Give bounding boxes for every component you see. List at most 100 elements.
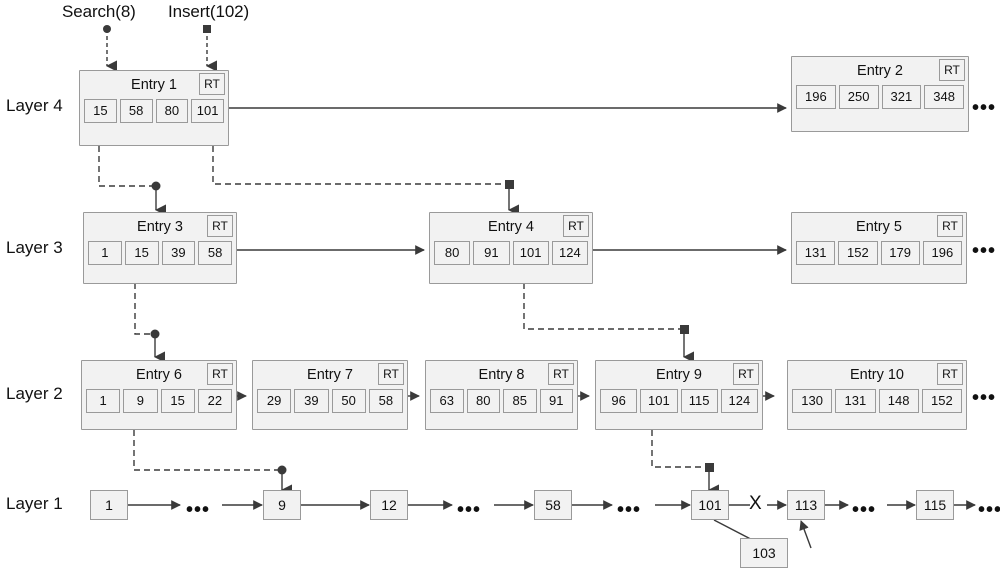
entry-node-entry5[interactable]: Entry 5 RT 131 152 179 196 <box>791 212 967 284</box>
entry-header: Entry 7 RT <box>253 361 407 389</box>
entry-header: Entry 9 RT <box>596 361 762 389</box>
rt-badge[interactable]: RT <box>937 363 963 385</box>
layer-label-layer2: Layer 2 <box>6 384 63 403</box>
entry-cell[interactable]: 348 <box>924 85 964 109</box>
entry-cell[interactable]: 115 <box>680 389 718 413</box>
entry-cell[interactable]: 148 <box>878 389 919 413</box>
rt-badge[interactable]: RT <box>207 215 233 237</box>
layer1-key-node-103-inserted[interactable]: 103 <box>740 538 788 568</box>
layer1-key-node-113[interactable]: 113 <box>787 490 825 520</box>
entry-cell[interactable]: 85 <box>503 389 537 413</box>
l2-to-l1-search-connector <box>133 430 280 471</box>
entry-cell[interactable]: 131 <box>835 389 876 413</box>
rt-badge[interactable]: RT <box>563 215 589 237</box>
entry-node-entry6[interactable]: Entry 6 RT 1 9 15 22 <box>81 360 237 430</box>
entry-node-entry3[interactable]: Entry 3 RT 1 15 39 58 <box>83 212 237 284</box>
entry-cell[interactable]: 321 <box>881 85 922 109</box>
entry-cell[interactable]: 58 <box>368 389 403 413</box>
entry-cell-row: 1 15 39 58 <box>84 241 236 269</box>
layer1-ellipsis-2: ••• <box>457 499 482 521</box>
entry-cell[interactable]: 250 <box>838 85 879 109</box>
entry-node-entry10[interactable]: Entry 10 RT 130 131 148 152 <box>787 360 967 430</box>
entry-title: Entry 10 <box>850 367 904 383</box>
entry-cell-row: 196 250 321 348 <box>792 85 968 113</box>
removed-link-x-mark: X <box>749 493 762 514</box>
l2-to-l1-search-endpoint <box>277 465 287 475</box>
entry-title: Entry 1 <box>131 77 177 93</box>
entry-cell[interactable]: 9 <box>123 389 158 413</box>
entry-cell[interactable]: 101 <box>640 389 678 413</box>
entry-cell[interactable]: 101 <box>191 99 224 123</box>
entry-cell[interactable]: 196 <box>796 85 836 109</box>
entry-cell[interactable]: 152 <box>921 389 962 413</box>
entry-header: Entry 4 RT <box>430 213 592 241</box>
layer1-key-node-115[interactable]: 115 <box>916 490 954 520</box>
entry-cell[interactable]: 80 <box>466 389 500 413</box>
entry-cell[interactable]: 80 <box>155 99 189 123</box>
rt-badge[interactable]: RT <box>733 363 759 385</box>
entry-cell[interactable]: 29 <box>257 389 292 413</box>
entry-cell[interactable]: 15 <box>160 389 195 413</box>
entry-cell[interactable]: 22 <box>197 389 232 413</box>
layer-label-layer1: Layer 1 <box>6 494 63 513</box>
layer-label-layer3: Layer 3 <box>6 238 63 257</box>
entry-cell[interactable]: 131 <box>796 241 836 265</box>
entry-cell[interactable]: 91 <box>473 241 510 265</box>
entry-cell[interactable]: 58 <box>198 241 232 265</box>
rt-badge[interactable]: RT <box>199 73 225 95</box>
entry-cell[interactable]: 196 <box>922 241 962 265</box>
entry-node-entry8[interactable]: Entry 8 RT 63 80 85 91 <box>425 360 578 430</box>
layer4-tail-ellipsis: ••• <box>972 97 997 119</box>
entry-cell[interactable]: 39 <box>294 389 329 413</box>
entry-title: Entry 7 <box>307 367 353 383</box>
entry-node-entry4[interactable]: Entry 4 RT 80 91 101 124 <box>429 212 593 284</box>
entry-cell[interactable]: 63 <box>430 389 464 413</box>
entry-cell[interactable]: 96 <box>600 389 638 413</box>
rt-badge[interactable]: RT <box>937 215 963 237</box>
diagram-canvas: Search(8) Insert(102) Layer 4 Layer 3 La… <box>0 0 1000 575</box>
l3-to-l2-search-connector <box>134 283 153 335</box>
rt-badge[interactable]: RT <box>378 363 404 385</box>
entry-cell-row: 130 131 148 152 <box>788 389 966 417</box>
entry-cell[interactable]: 101 <box>512 241 549 265</box>
entry-cell[interactable]: 39 <box>161 241 196 265</box>
rt-badge[interactable]: RT <box>939 59 965 81</box>
entry-cell[interactable]: 124 <box>551 241 588 265</box>
entry-cell[interactable]: 179 <box>880 241 920 265</box>
l1-link-103-113 <box>799 520 812 549</box>
insert-op-endpoint <box>203 25 211 33</box>
entry-cell[interactable]: 130 <box>792 389 833 413</box>
entry-cell[interactable]: 1 <box>86 389 121 413</box>
layer3-tail-ellipsis: ••• <box>972 240 997 262</box>
entry-cell[interactable]: 1 <box>88 241 122 265</box>
entry-node-entry1[interactable]: Entry 1 RT 15 58 80 101 <box>79 70 229 146</box>
entry-title: Entry 6 <box>136 367 182 383</box>
layer1-ellipsis-1: ••• <box>186 499 211 521</box>
layer1-ellipsis-3: ••• <box>617 499 642 521</box>
entry-cell-row: 63 80 85 91 <box>426 389 577 417</box>
layer1-key-node-9[interactable]: 9 <box>263 490 301 520</box>
layer-label-layer4: Layer 4 <box>6 96 63 115</box>
entry-node-entry9[interactable]: Entry 9 RT 96 101 115 124 <box>595 360 763 430</box>
entry-header: Entry 6 RT <box>82 361 236 389</box>
entry-cell[interactable]: 80 <box>434 241 471 265</box>
entry-cell[interactable]: 91 <box>539 389 573 413</box>
layer1-key-node-101[interactable]: 101 <box>691 490 729 520</box>
entry-header: Entry 5 RT <box>792 213 966 241</box>
rt-badge[interactable]: RT <box>548 363 574 385</box>
search-op-endpoint <box>103 25 111 33</box>
entry-cell[interactable]: 15 <box>124 241 159 265</box>
layer1-key-node-12[interactable]: 12 <box>370 490 408 520</box>
entry-node-entry7[interactable]: Entry 7 RT 29 39 50 58 <box>252 360 408 430</box>
l3-to-l2-insert-endpoint <box>680 325 689 334</box>
layer1-key-node-1[interactable]: 1 <box>90 490 128 520</box>
entry-cell[interactable]: 58 <box>119 99 153 123</box>
entry-cell[interactable]: 50 <box>331 389 366 413</box>
entry-node-entry2[interactable]: Entry 2 RT 196 250 321 348 <box>791 56 969 132</box>
layer1-key-node-58[interactable]: 58 <box>534 490 572 520</box>
entry-cell[interactable]: 15 <box>84 99 117 123</box>
entry-cell[interactable]: 124 <box>720 389 758 413</box>
rt-badge[interactable]: RT <box>207 363 233 385</box>
l3-to-l2-insert-connector <box>523 283 682 330</box>
entry-cell[interactable]: 152 <box>838 241 878 265</box>
